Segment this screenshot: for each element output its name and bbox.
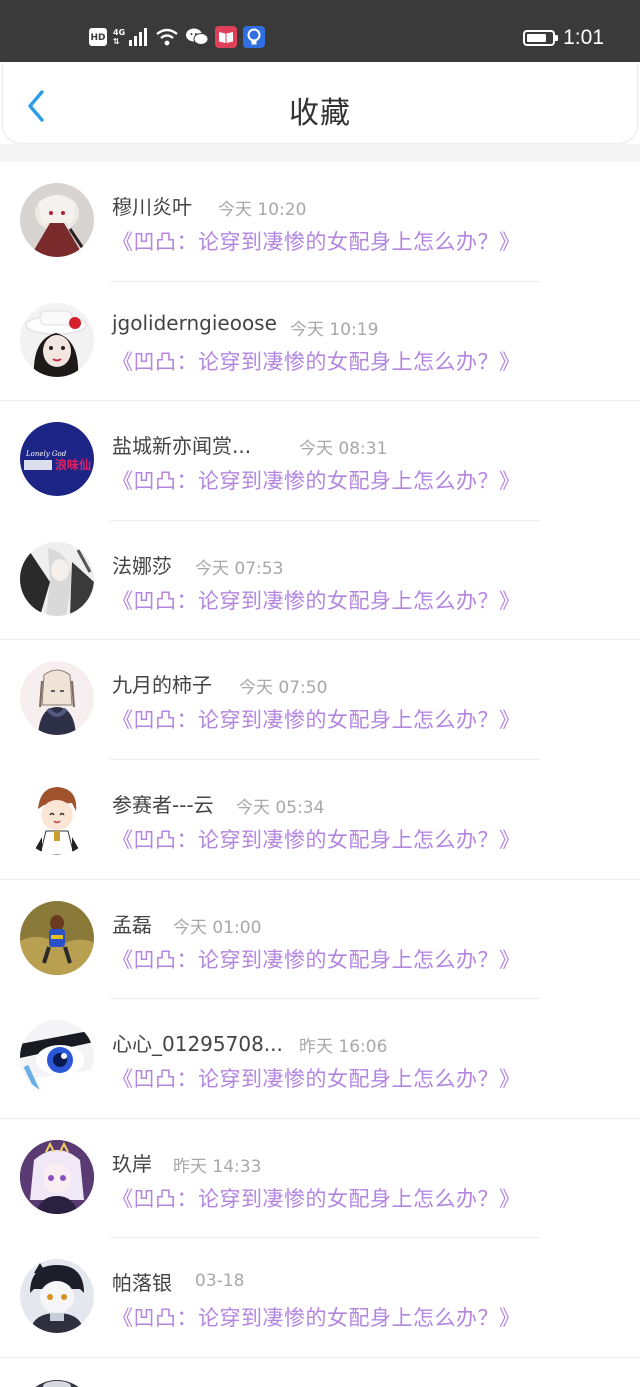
user-avatar[interactable]	[20, 900, 94, 975]
status-icons-right: 1:01	[523, 24, 604, 52]
user-avatar[interactable]	[20, 1259, 94, 1334]
favorite-row[interactable]: 玖岸 昨天 14:33 《凹凸：论穿到凄惨的女配身上怎么办？》	[0, 1119, 640, 1239]
book-title-link[interactable]: 《凹凸：论穿到凄惨的女配身上怎么办？》	[112, 346, 521, 376]
user-avatar[interactable]	[20, 541, 94, 616]
book-title-link[interactable]: 《凹凸：论穿到凄惨的女配身上怎么办？》	[112, 1302, 521, 1332]
book-title-link[interactable]: 《凹凸：论穿到凄惨的女配身上怎么办？》	[112, 1063, 521, 1093]
svg-text:浪味仙: 浪味仙	[55, 457, 91, 472]
data-arrows-icon: ⇅	[113, 37, 120, 46]
clock: 1:01	[563, 26, 604, 49]
book-title-link[interactable]: 《凹凸：论穿到凄惨的女配身上怎么办？》	[112, 824, 521, 854]
user-avatar[interactable]	[20, 661, 94, 736]
favorite-row[interactable]: 穆川炎叶 今天 10:20 《凹凸：论穿到凄惨的女配身上怎么办？》	[0, 162, 640, 282]
user-name[interactable]: 帕落银	[112, 1267, 172, 1296]
favorite-time: 今天 08:31	[299, 439, 388, 460]
book-title-link[interactable]: 《凹凸：论穿到凄惨的女配身上怎么办？》	[112, 704, 521, 734]
user-name[interactable]: 参赛者---云	[112, 789, 214, 818]
hd-icon: HD	[89, 28, 107, 46]
book-title-link[interactable]: 《凹凸：论穿到凄惨的女配身上怎么办？》	[112, 944, 521, 974]
favorite-time: 今天 05:34	[236, 797, 325, 818]
favorite-row[interactable]: 孟磊 今天 01:00 《凹凸：论穿到凄惨的女配身上怎么办？》	[0, 880, 640, 1000]
favorite-row[interactable]: 心心_01295708... 昨天 16:06 《凹凸：论穿到凄惨的女配身上怎么办？…	[0, 999, 640, 1119]
favorite-time: 今天 10:20	[218, 200, 307, 220]
favorite-time: 今天 10:19	[290, 319, 379, 340]
nav-header: 收藏	[2, 62, 638, 144]
user-name[interactable]: 法娜莎	[112, 550, 172, 579]
user-avatar[interactable]	[20, 1139, 94, 1214]
user-avatar[interactable]	[20, 1020, 94, 1095]
favorite-row[interactable]: 参赛者---云 今天 05:34 《凹凸：论穿到凄惨的女配身上怎么办？》	[0, 760, 640, 880]
favorite-time: 今天 07:50	[239, 678, 328, 699]
favorite-time: 03-18	[195, 1271, 245, 1292]
user-avatar[interactable]	[20, 183, 94, 257]
battery-fill	[527, 34, 547, 42]
user-name[interactable]: 玖岸	[112, 1148, 152, 1177]
wifi-icon	[155, 28, 179, 46]
row-divider	[0, 1356, 640, 1358]
favorite-row[interactable]: 帕落银 03-18 《凹凸：论穿到凄惨的女配身上怎么办？》	[0, 1238, 640, 1358]
user-name[interactable]: 盐城新亦闻赏...	[112, 430, 251, 459]
book-title-link[interactable]: 《凹凸：论穿到凄惨的女配身上怎么办？》	[112, 1183, 521, 1213]
book-title-link[interactable]: 《凹凸：论穿到凄惨的女配身上怎么办？》	[112, 465, 521, 495]
light-app-icon	[243, 26, 266, 48]
user-name[interactable]: jgoliderngieoose	[112, 311, 277, 335]
user-avatar[interactable]	[20, 302, 94, 377]
favorite-time: 今天 01:00	[173, 917, 262, 938]
battery-icon	[523, 30, 559, 46]
user-name[interactable]: 九月的柿子	[112, 669, 212, 698]
page-title: 收藏	[289, 96, 351, 131]
favorite-time: 昨天 14:33	[173, 1156, 262, 1177]
header-separator	[0, 144, 640, 162]
wechat-icon	[185, 27, 209, 47]
user-avatar[interactable]: Lonely God 浪味仙	[20, 422, 94, 497]
favorite-time: 今天 07:53	[195, 558, 284, 579]
favorite-row[interactable]: 法娜莎 今天 07:53 《凹凸：论穿到凄惨的女配身上怎么办？》	[0, 521, 640, 641]
user-avatar[interactable]	[20, 780, 94, 855]
user-name[interactable]: 穆川炎叶	[112, 191, 192, 220]
svg-text:Lonely God: Lonely God	[25, 450, 67, 458]
signal-icon	[129, 28, 149, 46]
book-title-link[interactable]: 《凹凸：论穿到凄惨的女配身上怎么办？》	[112, 585, 521, 615]
reader-app-icon	[215, 26, 238, 48]
network-type-label: 4G	[113, 28, 126, 37]
user-name[interactable]: 孟磊	[112, 909, 152, 938]
next-row-avatar-partial	[20, 1380, 94, 1387]
favorite-row[interactable]: Lonely God 浪味仙 盐城新亦闻赏... 今天 08:31 《凹凸：论穿到凄惨的…	[0, 401, 640, 521]
favorite-row[interactable]: 九月的柿子 今天 07:50 《凹凸：论穿到凄惨的女配身上怎么办？》	[0, 640, 640, 760]
status-icons-left: HD 4G ⇅	[89, 24, 266, 50]
book-title-link[interactable]: 《凹凸：论穿到凄惨的女配身上怎么办？》	[112, 226, 521, 256]
favorite-row[interactable]: jgoliderngieoose 今天 10:19 《凹凸：论穿到凄惨的女配身上怎么…	[0, 282, 640, 402]
favorites-list: 穆川炎叶 今天 10:20 《凹凸：论穿到凄惨的女配身上怎么办？》 jgolidern…	[0, 162, 640, 1358]
favorite-time: 昨天 16:06	[299, 1037, 388, 1058]
user-name[interactable]: 心心_01295708...	[112, 1028, 283, 1057]
network-type: 4G ⇅	[113, 28, 125, 46]
status-bar: HD 4G ⇅ 1:01	[0, 0, 640, 62]
